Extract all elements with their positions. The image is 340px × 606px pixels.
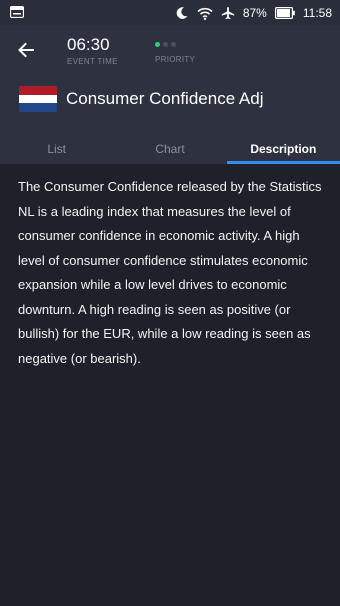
airplane-mode-icon	[221, 6, 235, 20]
do-not-disturb-moon-icon	[176, 7, 188, 19]
tab-chart[interactable]: Chart	[113, 138, 226, 164]
tab-bar: List Chart Description	[0, 138, 340, 164]
wifi-icon	[197, 7, 213, 20]
event-time-value: 06:30	[67, 35, 110, 54]
priority-dot	[163, 41, 168, 47]
event-description: The Consumer Confidence released by the …	[18, 179, 322, 366]
tab-list[interactable]: List	[0, 138, 113, 164]
battery-icon	[274, 7, 295, 19]
priority-dot	[155, 41, 160, 47]
status-bar: 87% 11:58	[0, 0, 340, 26]
battery-percent: 87%	[242, 6, 267, 20]
priority-label: PRIORITY	[155, 55, 196, 64]
tab-description[interactable]: Description	[226, 138, 340, 164]
back-arrow-icon	[18, 42, 34, 58]
priority-indicator	[155, 40, 195, 48]
netherlands-flag-icon	[19, 86, 57, 112]
back-button[interactable]	[14, 38, 38, 62]
event-time: 06:30 EVENT TIME	[67, 35, 118, 67]
notification-icon	[10, 6, 24, 18]
event-header: 06:30 EVENT TIME PRIORITY Consumer Confi…	[0, 26, 340, 138]
priority: PRIORITY	[155, 40, 195, 64]
priority-dot	[171, 41, 176, 47]
event-title: Consumer Confidence Adj	[66, 89, 264, 108]
event-time-label: EVENT TIME	[67, 57, 118, 66]
status-clock: 11:58	[302, 6, 332, 20]
